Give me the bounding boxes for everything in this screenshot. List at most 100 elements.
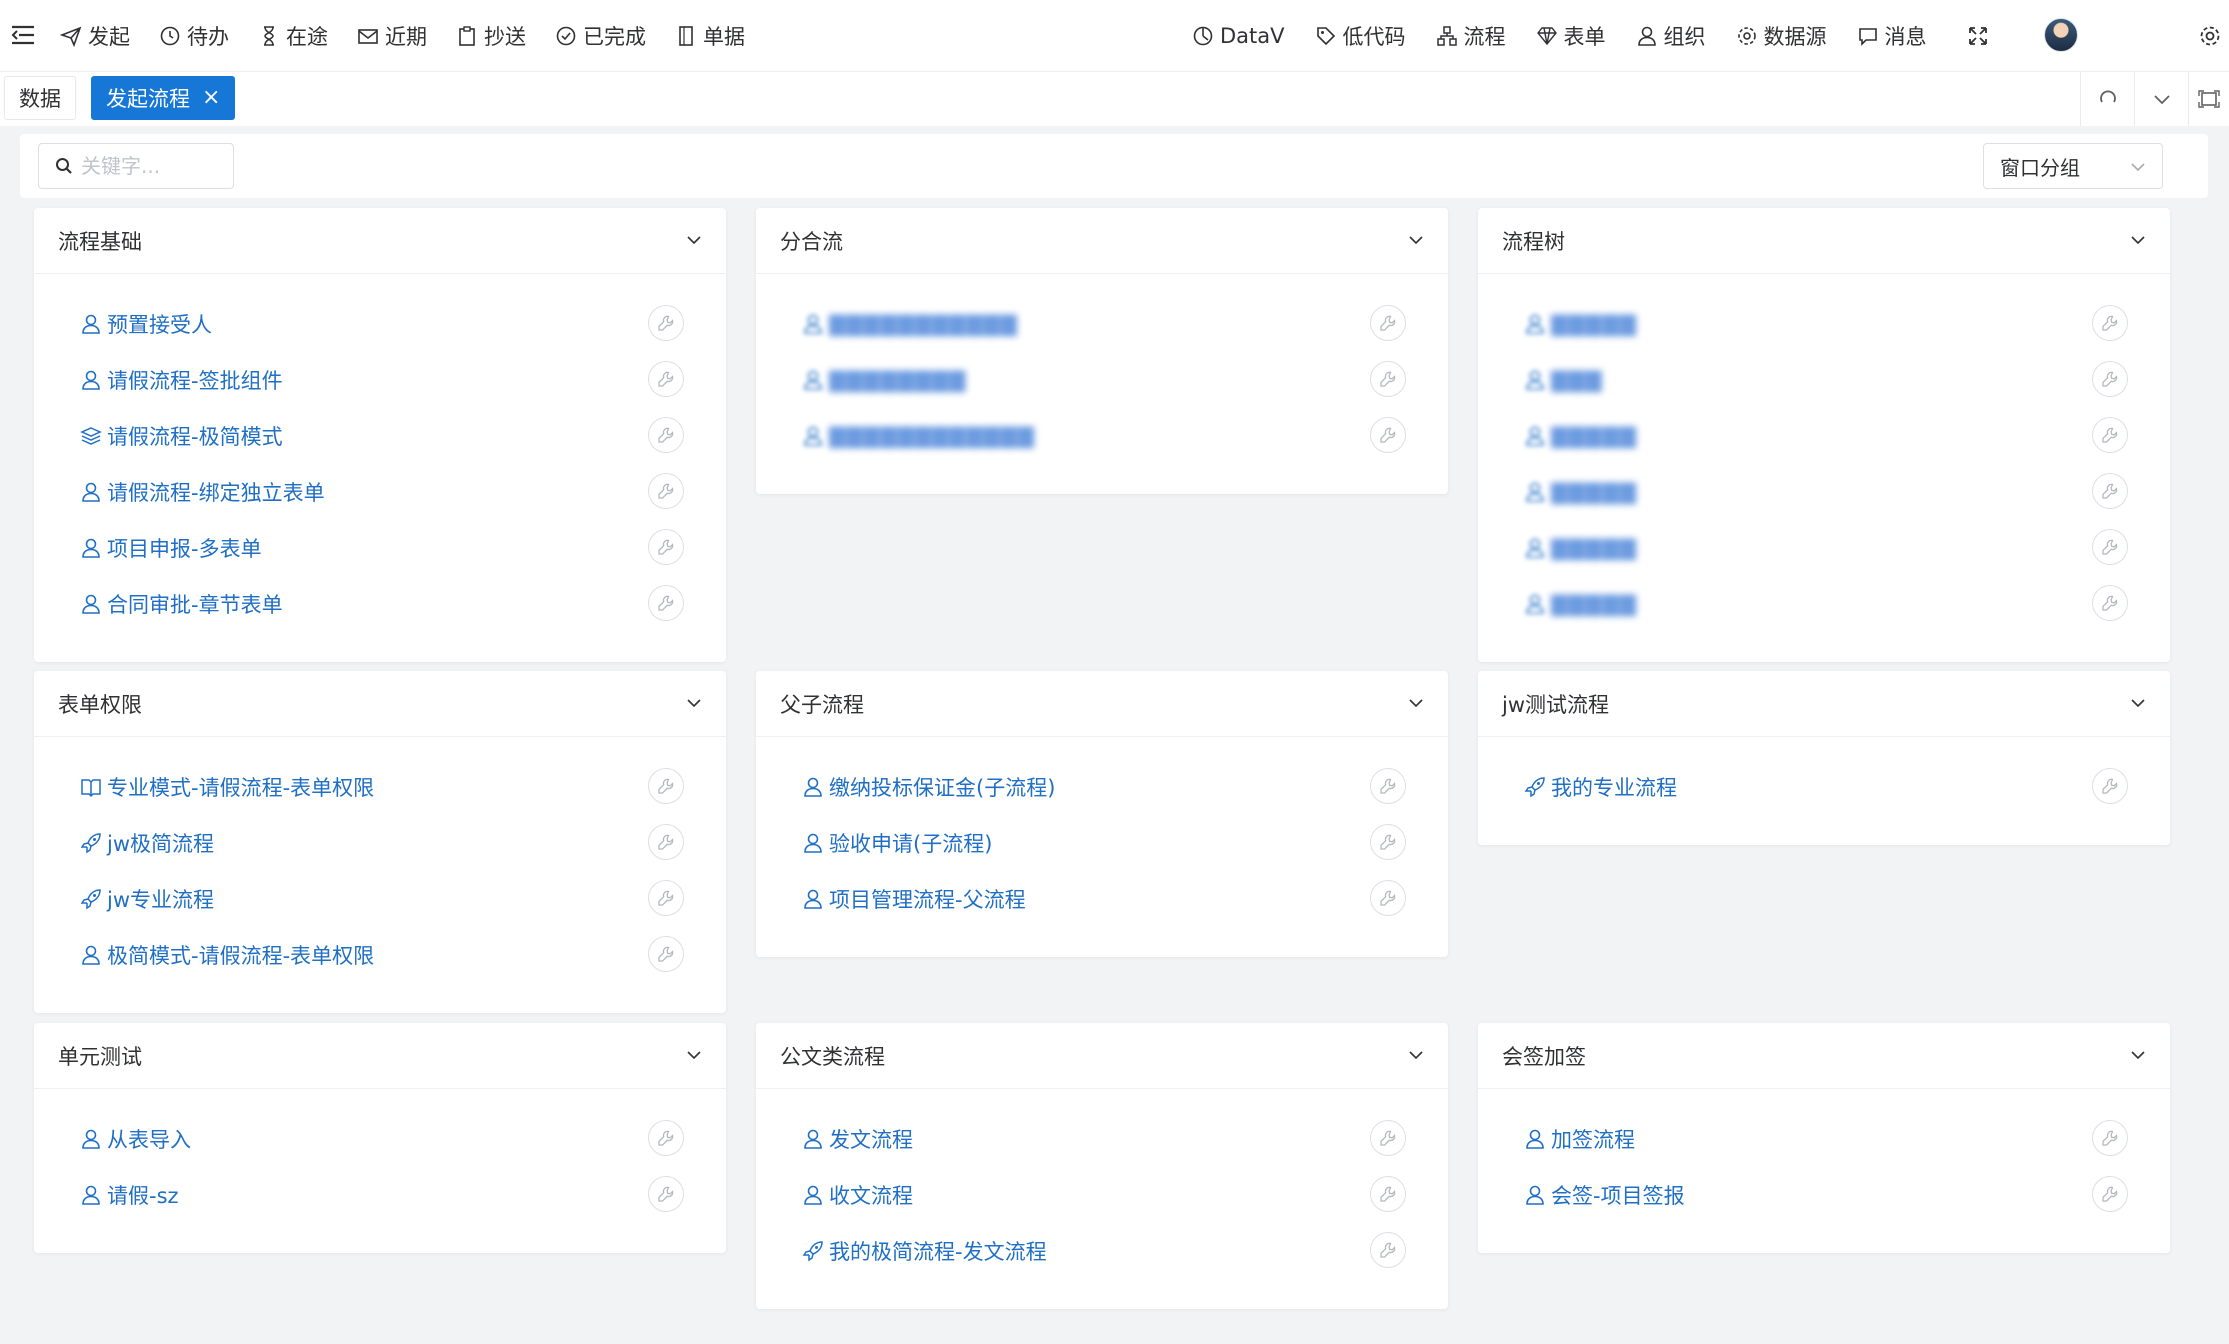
wrench-settings-icon[interactable] xyxy=(648,529,684,565)
process-item[interactable]: 从表导入 xyxy=(34,1111,726,1167)
collapse-chevron-icon[interactable] xyxy=(2128,1045,2148,1070)
wrench-settings-icon[interactable] xyxy=(648,880,684,916)
process-item[interactable]: jw专业流程 xyxy=(34,871,726,927)
process-item[interactable]: 我的专业流程 xyxy=(1478,759,2170,815)
process-item[interactable]: jw极简流程 xyxy=(34,815,726,871)
wrench-settings-icon[interactable] xyxy=(2092,417,2128,453)
nav-item-right-3[interactable]: 表单 xyxy=(1536,21,1606,51)
avatar[interactable] xyxy=(2044,18,2078,52)
wrench-settings-icon[interactable] xyxy=(1370,305,1406,341)
process-item[interactable]: 请假-sz xyxy=(34,1167,726,1223)
tab-close-icon[interactable]: × xyxy=(202,87,220,109)
group-header[interactable]: 公文类流程 xyxy=(756,1023,1448,1089)
nav-item-left-4[interactable]: 抄送 xyxy=(456,21,526,51)
collapse-chevron-icon[interactable] xyxy=(1406,693,1426,718)
process-item[interactable]: ▇▇▇▇▇▇▇▇▇▇▇ xyxy=(756,296,1448,352)
process-item[interactable]: 验收申请(子流程) xyxy=(756,815,1448,871)
group-header[interactable]: 流程树 xyxy=(1478,208,2170,274)
nav-item-left-2[interactable]: 在途 xyxy=(258,21,328,51)
wrench-settings-icon[interactable] xyxy=(648,473,684,509)
nav-item-left-6[interactable]: 单据 xyxy=(675,21,745,51)
nav-item-left-5[interactable]: 已完成 xyxy=(555,21,646,51)
nav-item-left-0[interactable]: 发起 xyxy=(60,21,130,51)
process-item[interactable]: ▇▇▇▇▇ xyxy=(1478,576,2170,632)
wrench-settings-icon[interactable] xyxy=(648,936,684,972)
group-header[interactable]: 流程基础 xyxy=(34,208,726,274)
wrench-settings-icon[interactable] xyxy=(648,1120,684,1156)
wrench-settings-icon[interactable] xyxy=(648,361,684,397)
process-item[interactable]: 发文流程 xyxy=(756,1111,1448,1167)
window-group-select[interactable]: 窗口分组 xyxy=(1983,143,2163,189)
nav-item-right-2[interactable]: 流程 xyxy=(1436,21,1506,51)
search-input[interactable] xyxy=(81,154,221,178)
wrench-settings-icon[interactable] xyxy=(1370,1232,1406,1268)
nav-item-right-4[interactable]: 组织 xyxy=(1636,21,1706,51)
wrench-settings-icon[interactable] xyxy=(648,768,684,804)
process-item[interactable]: 项目申报-多表单 xyxy=(34,520,726,576)
wrench-settings-icon[interactable] xyxy=(648,417,684,453)
process-item[interactable]: 项目管理流程-父流程 xyxy=(756,871,1448,927)
collapse-chevron-icon[interactable] xyxy=(684,693,704,718)
collapse-chevron-icon[interactable] xyxy=(2128,230,2148,255)
process-item[interactable]: 请假流程-极简模式 xyxy=(34,408,726,464)
process-item[interactable]: 缴纳投标保证金(子流程) xyxy=(756,759,1448,815)
wrench-settings-icon[interactable] xyxy=(1370,824,1406,860)
collapse-chevron-icon[interactable] xyxy=(684,230,704,255)
wrench-settings-icon[interactable] xyxy=(1370,417,1406,453)
menu-toggle-icon[interactable] xyxy=(10,22,36,48)
wrench-settings-icon[interactable] xyxy=(2092,1120,2128,1156)
wrench-settings-icon[interactable] xyxy=(1370,880,1406,916)
collapse-chevron-icon[interactable] xyxy=(1406,230,1426,255)
settings-gear-icon[interactable] xyxy=(2196,22,2224,50)
fullscreen-icon[interactable] xyxy=(1964,22,1992,50)
wrench-settings-icon[interactable] xyxy=(1370,1176,1406,1212)
collapse-chevron-icon[interactable] xyxy=(1406,1045,1426,1070)
tabs-dropdown-icon[interactable] xyxy=(2134,72,2188,126)
nav-item-left-1[interactable]: 待办 xyxy=(159,21,229,51)
process-item[interactable]: ▇▇▇▇▇▇▇▇ xyxy=(756,352,1448,408)
process-item[interactable]: 我的极简流程-发文流程 xyxy=(756,1223,1448,1279)
nav-item-left-3[interactable]: 近期 xyxy=(357,21,427,51)
group-header[interactable]: jw测试流程 xyxy=(1478,671,2170,737)
nav-item-right-0[interactable]: DataV xyxy=(1192,24,1285,48)
tab-start-process[interactable]: 发起流程 × xyxy=(91,76,236,120)
wrench-settings-icon[interactable] xyxy=(648,305,684,341)
process-item[interactable]: 专业模式-请假流程-表单权限 xyxy=(34,759,726,815)
wrench-settings-icon[interactable] xyxy=(2092,473,2128,509)
process-item[interactable]: 合同审批-章节表单 xyxy=(34,576,726,632)
process-item[interactable]: 请假流程-签批组件 xyxy=(34,352,726,408)
refresh-icon[interactable] xyxy=(2080,72,2134,126)
wrench-settings-icon[interactable] xyxy=(1370,1120,1406,1156)
wrench-settings-icon[interactable] xyxy=(648,585,684,621)
group-header[interactable]: 分合流 xyxy=(756,208,1448,274)
process-item[interactable]: ▇▇▇▇▇ xyxy=(1478,520,2170,576)
process-item[interactable]: 极简模式-请假流程-表单权限 xyxy=(34,927,726,983)
nav-item-right-5[interactable]: 数据源 xyxy=(1736,21,1827,51)
wrench-settings-icon[interactable] xyxy=(2092,1176,2128,1212)
process-item[interactable]: 收文流程 xyxy=(756,1167,1448,1223)
wrench-settings-icon[interactable] xyxy=(2092,361,2128,397)
wrench-settings-icon[interactable] xyxy=(648,824,684,860)
maximize-icon[interactable] xyxy=(2188,72,2229,126)
nav-item-right-6[interactable]: 消息 xyxy=(1857,21,1927,51)
collapse-chevron-icon[interactable] xyxy=(684,1045,704,1070)
group-header[interactable]: 父子流程 xyxy=(756,671,1448,737)
process-item[interactable]: ▇▇▇▇▇ xyxy=(1478,464,2170,520)
process-item[interactable]: ▇▇▇ xyxy=(1478,352,2170,408)
collapse-chevron-icon[interactable] xyxy=(2128,693,2148,718)
process-item[interactable]: 请假流程-绑定独立表单 xyxy=(34,464,726,520)
process-item[interactable]: ▇▇▇▇▇ xyxy=(1478,296,2170,352)
wrench-settings-icon[interactable] xyxy=(2092,529,2128,565)
search-box[interactable] xyxy=(38,143,234,189)
tab-data[interactable]: 数据 xyxy=(4,76,76,120)
wrench-settings-icon[interactable] xyxy=(2092,305,2128,341)
wrench-settings-icon[interactable] xyxy=(2092,585,2128,621)
wrench-settings-icon[interactable] xyxy=(1370,361,1406,397)
process-item[interactable]: 加签流程 xyxy=(1478,1111,2170,1167)
process-item[interactable]: ▇▇▇▇▇ xyxy=(1478,408,2170,464)
wrench-settings-icon[interactable] xyxy=(1370,768,1406,804)
nav-item-right-1[interactable]: 低代码 xyxy=(1315,21,1406,51)
group-header[interactable]: 单元测试 xyxy=(34,1023,726,1089)
group-header[interactable]: 会签加签 xyxy=(1478,1023,2170,1089)
process-item[interactable]: ▇▇▇▇▇▇▇▇▇▇▇▇ xyxy=(756,408,1448,464)
